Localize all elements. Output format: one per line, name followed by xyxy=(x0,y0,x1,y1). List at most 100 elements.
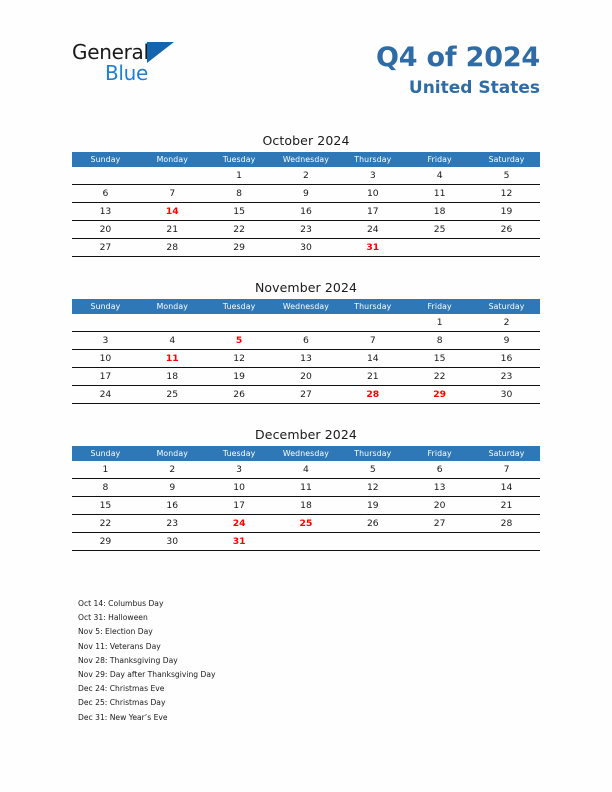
day-cell[interactable]: 1 xyxy=(72,461,139,479)
day-cell[interactable]: 17 xyxy=(72,367,139,386)
day-cell[interactable]: 7 xyxy=(473,461,540,479)
day-cell[interactable]: 8 xyxy=(406,331,474,350)
brand-logo[interactable]: General Blue xyxy=(72,40,262,92)
day-cell[interactable]: 17 xyxy=(339,202,407,221)
day-cell[interactable]: 10 xyxy=(339,184,407,203)
day-cell[interactable]: 6 xyxy=(272,331,340,350)
day-cell[interactable]: 1 xyxy=(205,167,273,185)
day-cell[interactable]: 16 xyxy=(473,349,540,368)
day-cell[interactable]: 22 xyxy=(205,220,273,239)
day-cell-holiday[interactable]: 29 xyxy=(406,385,474,404)
day-cell[interactable]: 21 xyxy=(339,367,407,386)
day-cell[interactable]: 28 xyxy=(138,238,206,257)
day-cell[interactable]: 14 xyxy=(339,349,407,368)
day-cell[interactable]: 20 xyxy=(272,367,340,386)
day-cell[interactable]: 7 xyxy=(138,184,206,203)
day-cell[interactable]: 2 xyxy=(473,314,540,332)
day-cell-empty xyxy=(473,238,540,257)
day-cell[interactable]: 5 xyxy=(339,461,407,479)
day-cell-holiday[interactable]: 5 xyxy=(205,331,273,350)
day-cell[interactable]: 26 xyxy=(205,385,273,404)
day-cell[interactable]: 26 xyxy=(473,220,540,239)
day-cell[interactable]: 28 xyxy=(473,514,540,533)
week-row: 13 14 15 16 17 18 19 xyxy=(72,202,540,221)
day-cell[interactable]: 9 xyxy=(138,478,206,497)
day-cell[interactable]: 23 xyxy=(138,514,206,533)
day-cell[interactable]: 3 xyxy=(339,167,407,185)
day-cell[interactable]: 4 xyxy=(406,167,474,185)
day-cell[interactable]: 10 xyxy=(72,349,139,368)
day-cell[interactable]: 26 xyxy=(339,514,407,533)
day-cell[interactable]: 2 xyxy=(272,167,340,185)
weekday-header-thursday: Thursday xyxy=(339,152,407,167)
day-cell[interactable]: 23 xyxy=(272,220,340,239)
day-cell[interactable]: 19 xyxy=(339,496,407,515)
day-cell[interactable]: 27 xyxy=(72,238,139,257)
day-cell[interactable]: 21 xyxy=(138,220,206,239)
day-cell[interactable]: 18 xyxy=(406,202,474,221)
day-cell-holiday[interactable]: 25 xyxy=(272,514,340,533)
day-cell[interactable]: 1 xyxy=(406,314,474,332)
day-cell[interactable]: 19 xyxy=(473,202,540,221)
day-cell[interactable]: 30 xyxy=(473,385,540,404)
day-cell[interactable]: 20 xyxy=(406,496,474,515)
day-cell[interactable]: 13 xyxy=(272,349,340,368)
day-cell[interactable]: 13 xyxy=(72,202,139,221)
day-cell[interactable]: 11 xyxy=(406,184,474,203)
month-table: Sunday Monday Tuesday Wednesday Thursday Frid… xyxy=(72,299,540,404)
day-cell-holiday[interactable]: 24 xyxy=(205,514,273,533)
day-cell[interactable]: 16 xyxy=(272,202,340,221)
day-cell-holiday[interactable]: 31 xyxy=(205,532,273,551)
day-cell[interactable]: 7 xyxy=(339,331,407,350)
day-cell[interactable]: 6 xyxy=(406,461,474,479)
day-cell-holiday[interactable]: 28 xyxy=(339,385,407,404)
day-cell[interactable]: 25 xyxy=(406,220,474,239)
day-cell[interactable]: 22 xyxy=(406,367,474,386)
day-cell-holiday[interactable]: 31 xyxy=(339,238,407,257)
day-cell[interactable]: 9 xyxy=(272,184,340,203)
day-cell[interactable]: 16 xyxy=(138,496,206,515)
day-cell[interactable]: 18 xyxy=(138,367,206,386)
day-cell[interactable]: 8 xyxy=(205,184,273,203)
day-cell[interactable]: 9 xyxy=(473,331,540,350)
day-cell[interactable]: 4 xyxy=(138,331,206,350)
day-cell[interactable]: 8 xyxy=(72,478,139,497)
day-cell[interactable]: 29 xyxy=(72,532,139,551)
day-cell[interactable]: 27 xyxy=(272,385,340,404)
day-cell[interactable]: 12 xyxy=(205,349,273,368)
day-cell[interactable]: 11 xyxy=(272,478,340,497)
day-cell[interactable]: 5 xyxy=(473,167,540,185)
day-cell[interactable]: 15 xyxy=(72,496,139,515)
day-cell[interactable]: 6 xyxy=(72,184,139,203)
day-cell[interactable]: 21 xyxy=(473,496,540,515)
day-cell[interactable]: 12 xyxy=(473,184,540,203)
day-cell-holiday[interactable]: 11 xyxy=(138,349,206,368)
day-cell[interactable]: 12 xyxy=(339,478,407,497)
day-cell[interactable]: 17 xyxy=(205,496,273,515)
holiday-legend-item: Nov 11: Veterans Day xyxy=(78,641,161,651)
day-cell[interactable]: 2 xyxy=(138,461,206,479)
day-cell[interactable]: 24 xyxy=(72,385,139,404)
day-cell[interactable]: 10 xyxy=(205,478,273,497)
day-cell[interactable]: 24 xyxy=(339,220,407,239)
day-cell[interactable]: 18 xyxy=(272,496,340,515)
day-cell[interactable]: 15 xyxy=(406,349,474,368)
day-cell[interactable]: 20 xyxy=(72,220,139,239)
day-cell[interactable]: 30 xyxy=(138,532,206,551)
day-cell[interactable]: 14 xyxy=(473,478,540,497)
day-cell-holiday[interactable]: 14 xyxy=(138,202,206,221)
day-cell[interactable]: 27 xyxy=(406,514,474,533)
day-cell[interactable]: 3 xyxy=(72,331,139,350)
weekday-header-tuesday: Tuesday xyxy=(205,152,273,167)
day-cell[interactable]: 22 xyxy=(72,514,139,533)
day-cell[interactable]: 3 xyxy=(205,461,273,479)
day-cell[interactable]: 13 xyxy=(406,478,474,497)
day-cell[interactable]: 30 xyxy=(272,238,340,257)
day-cell[interactable]: 19 xyxy=(205,367,273,386)
day-cell[interactable]: 29 xyxy=(205,238,273,257)
day-cell[interactable]: 4 xyxy=(272,461,340,479)
day-cell[interactable]: 15 xyxy=(205,202,273,221)
day-cell-empty xyxy=(205,314,273,332)
day-cell[interactable]: 25 xyxy=(138,385,206,404)
day-cell[interactable]: 23 xyxy=(473,367,540,386)
